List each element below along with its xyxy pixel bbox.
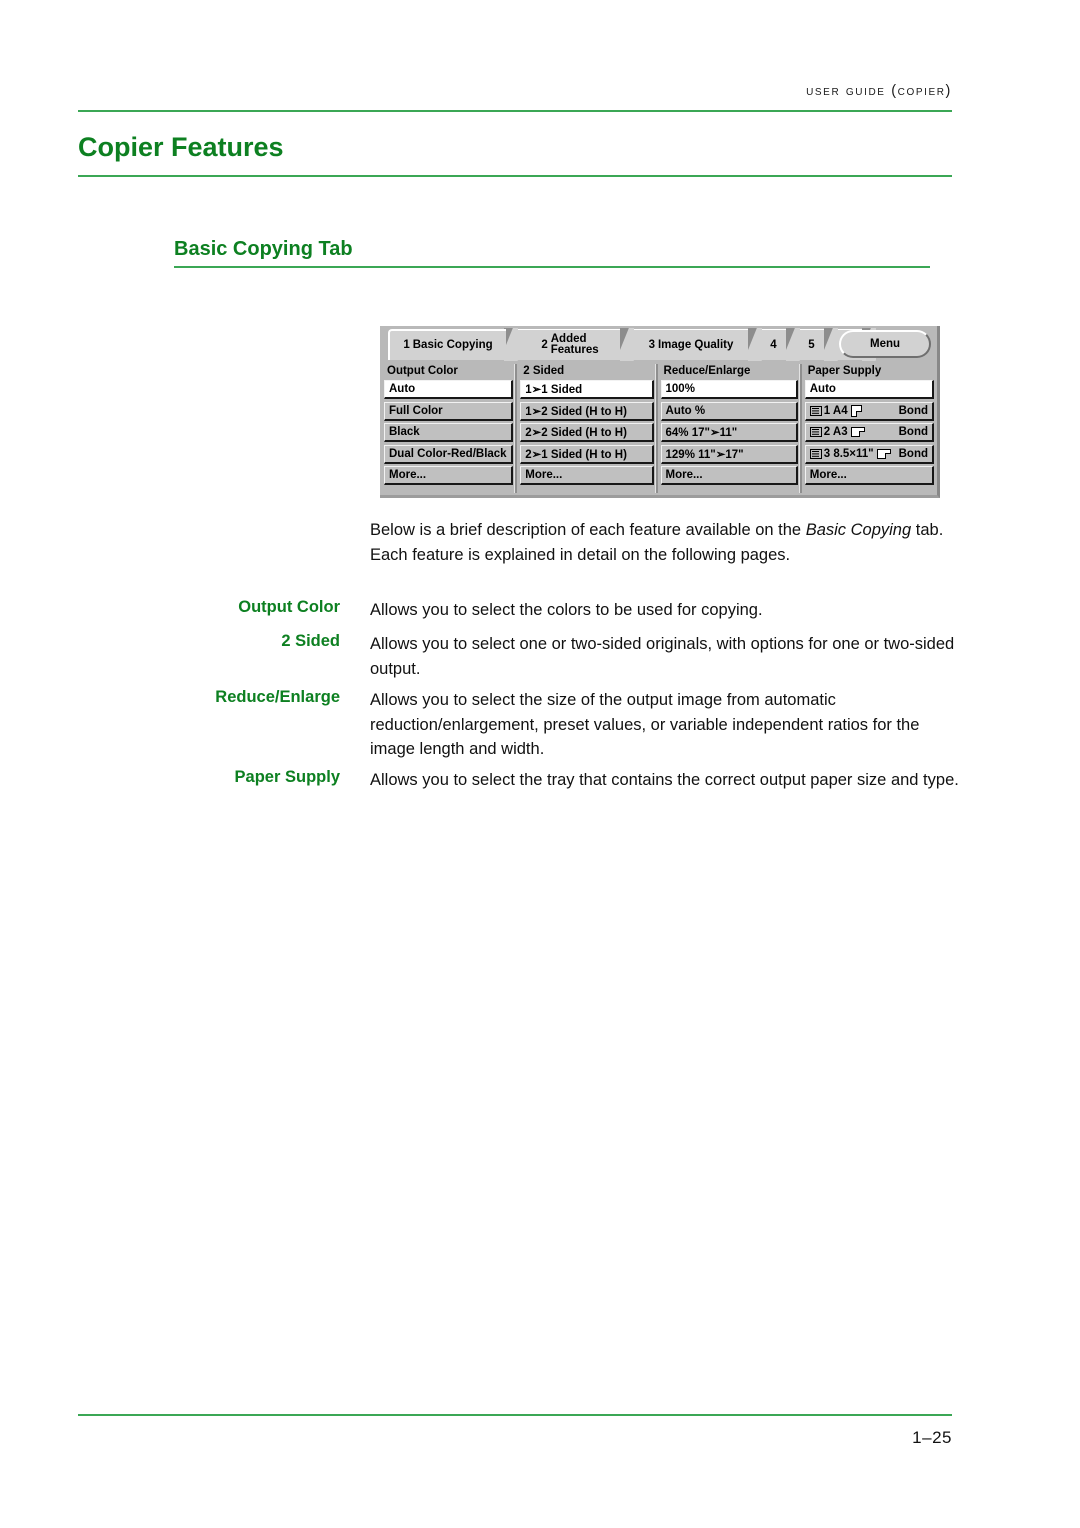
tab-number: 2 (541, 338, 548, 351)
button-reduce-auto[interactable]: Auto % (660, 401, 798, 421)
column-heading: Output Color (387, 365, 458, 377)
tab-separator (620, 328, 634, 361)
tab-number: 4 (770, 338, 777, 351)
definition-desc-reduce-enlarge: Allows you to select the size of the out… (370, 691, 920, 758)
definition-term-output-color: Output Color (238, 598, 340, 616)
running-header-text: User Guide (Copier) (806, 83, 952, 99)
tab-number: 1 (403, 339, 410, 352)
tray-label: 2 A3 (823, 426, 848, 438)
intro-paragraph: Below is a brief description of each fea… (370, 518, 955, 567)
copier-tab-strip: 1 Basic Copying 2 Added Features 3 Image… (380, 326, 937, 362)
tab-image-quality[interactable]: 3 Image Quality (632, 329, 750, 360)
tab-number: 5 (808, 338, 815, 351)
page-number: 1–25 (912, 1428, 952, 1447)
button-reduce-more[interactable]: More... (660, 466, 798, 485)
paper-type-label: Bond (898, 447, 928, 460)
paper-portrait-icon (850, 404, 862, 417)
column-heading: 2 Sided (523, 365, 565, 377)
button-reduce-64[interactable]: 64% 17"➢11" (660, 423, 798, 442)
copier-feature-columns: Output Color Auto Full Color Black Dual … (380, 362, 937, 495)
button-paper-more[interactable]: More... (804, 466, 934, 485)
column-paper-supply: Paper Supply Auto 1 A4 Bond 2 A3 Bond 3 (801, 362, 937, 495)
column-2-sided: 2 Sided 1➢1 Sided 1➢2 Sided (H to H) 2➢2… (516, 362, 658, 495)
column-reduce-enlarge: Reduce/Enlarge 100% Auto % 64% 17"➢11" 1… (657, 362, 802, 495)
page-title: Copier Features (78, 132, 284, 162)
paper-type-label: Bond (898, 426, 928, 438)
tray-icon (809, 448, 822, 459)
tray-icon (809, 405, 822, 416)
definition-desc-paper-supply: Allows you to select the tray that conta… (370, 771, 959, 789)
tray-icon (809, 427, 822, 437)
button-paper-tray-3[interactable]: 3 8.5×11" Bond (804, 444, 934, 464)
definition-term-2-sided: 2 Sided (281, 632, 340, 650)
button-output-color-dual-color[interactable]: Dual Color-Red/Black (384, 444, 514, 464)
section-heading: Basic Copying Tab (174, 238, 353, 260)
header-rule (78, 110, 952, 112)
paper-type-label: Bond (898, 404, 928, 417)
button-2sided-1-to-1[interactable]: 1➢1 Sided (520, 380, 654, 399)
tab-separator (786, 328, 800, 361)
definition-term-paper-supply: Paper Supply (234, 768, 340, 786)
button-2sided-2-to-2[interactable]: 2➢2 Sided (H to H) (520, 423, 654, 442)
button-2sided-1-to-2[interactable]: 1➢2 Sided (H to H) (520, 401, 654, 421)
column-heading: Paper Supply (807, 365, 882, 377)
intro-italic-basic-copying: Basic Copying (805, 521, 912, 539)
tab-basic-copying[interactable]: 1 Basic Copying (388, 329, 506, 360)
tab-label-line2: Features (550, 344, 599, 356)
button-paper-tray-2[interactable]: 2 A3 Bond (804, 423, 934, 442)
button-reduce-129[interactable]: 129% 11"➢17" (660, 444, 798, 464)
button-2sided-2-to-1[interactable]: 2➢1 Sided (H to H) (520, 444, 654, 464)
tab-label: Basic Copying (412, 339, 493, 352)
copier-control-panel-figure: 1 Basic Copying 2 Added Features 3 Image… (380, 326, 940, 498)
tray-label: 1 A4 (823, 404, 848, 417)
tab-label: Image Quality (657, 338, 734, 351)
button-output-color-more[interactable]: More... (384, 466, 514, 485)
definition-term-reduce-enlarge: Reduce/Enlarge (215, 688, 340, 706)
button-reduce-100[interactable]: 100% (660, 380, 798, 399)
menu-button[interactable]: Menu (839, 330, 931, 358)
title-rule (78, 175, 952, 177)
tab-added-features[interactable]: 2 Added Features (516, 329, 624, 360)
button-output-color-auto[interactable]: Auto (384, 380, 514, 399)
button-2sided-more[interactable]: More... (520, 466, 654, 485)
definition-desc-output-color: Allows you to select the colors to be us… (370, 601, 763, 619)
tab-separator (748, 328, 762, 361)
tab-number: 3 (648, 338, 655, 351)
paper-landscape-icon (850, 427, 865, 438)
footer-rule (78, 1414, 952, 1416)
button-output-color-full-color[interactable]: Full Color (384, 401, 514, 421)
section-rule (174, 266, 930, 268)
intro-text-1: Below is a brief description of each fea… (370, 521, 806, 539)
button-output-color-black[interactable]: Black (384, 423, 514, 442)
definition-desc-2-sided: Allows you to select one or two-sided or… (370, 635, 955, 678)
tab-separator (824, 328, 838, 361)
column-output-color: Output Color Auto Full Color Black Dual … (380, 362, 518, 495)
button-paper-tray-1[interactable]: 1 A4 Bond (804, 401, 934, 421)
tray-label: 3 8.5×11" (823, 447, 874, 460)
column-heading: Reduce/Enlarge (663, 365, 751, 377)
paper-landscape-icon (876, 448, 892, 459)
tab-separator (504, 328, 518, 361)
button-paper-auto[interactable]: Auto (804, 380, 934, 399)
running-header: User Guide (Copier) (78, 82, 952, 100)
